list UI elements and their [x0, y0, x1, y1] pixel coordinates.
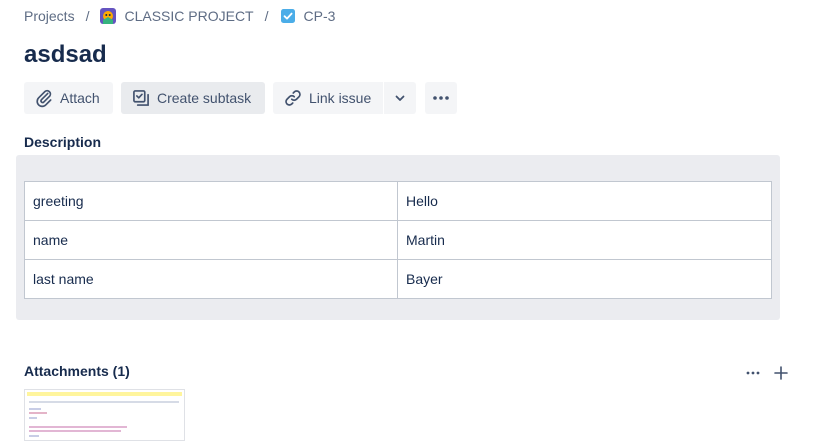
- table-cell-key: greeting: [24, 181, 398, 221]
- paperclip-icon: [36, 89, 52, 108]
- table-cell-key: last name: [24, 259, 398, 299]
- description-heading: Description: [24, 134, 102, 150]
- breadcrumb-separator: /: [85, 8, 90, 24]
- attachments-heading: Attachments (1): [24, 363, 130, 379]
- breadcrumb-separator: /: [264, 8, 269, 24]
- attachments-actions: [736, 362, 792, 384]
- subtask-icon: [133, 90, 149, 106]
- link-issue-dropdown-button[interactable]: [384, 82, 416, 114]
- description-table: greeting Hello name Martin last name Bay…: [24, 181, 772, 299]
- table-cell-value: Bayer: [397, 259, 772, 299]
- thumbnail-text-line: [29, 426, 127, 428]
- add-attachment-button[interactable]: [770, 362, 792, 384]
- breadcrumb-project-label: CLASSIC PROJECT: [124, 8, 254, 24]
- thumbnail-text-line: [29, 412, 47, 414]
- create-subtask-button[interactable]: Create subtask: [121, 82, 265, 114]
- plus-icon: [774, 366, 788, 380]
- breadcrumb-projects[interactable]: Projects: [24, 8, 75, 24]
- thumbnail-toolbar-line: [29, 401, 179, 403]
- breadcrumb-issue-key: CP-3: [303, 8, 336, 24]
- breadcrumb-project[interactable]: CLASSIC PROJECT: [100, 8, 254, 24]
- link-issue-button-label: Link issue: [309, 90, 372, 106]
- table-cell-value: Martin: [397, 220, 772, 260]
- task-checkbox-icon: [280, 8, 296, 24]
- breadcrumb: Projects / CLASSIC PROJECT / CP-3: [24, 6, 335, 26]
- breadcrumb-issue[interactable]: CP-3: [280, 8, 336, 24]
- attach-button-label: Attach: [60, 90, 100, 106]
- table-row: name Martin: [24, 220, 772, 260]
- thumbnail-text-line: [29, 408, 41, 410]
- attach-button[interactable]: Attach: [24, 82, 113, 114]
- more-horizontal-icon: [746, 371, 760, 375]
- more-actions-button[interactable]: [425, 82, 457, 114]
- thumbnail-text-line: [29, 435, 39, 437]
- attachments-more-button[interactable]: [742, 362, 764, 384]
- thumbnail-text-line: [29, 417, 37, 419]
- create-subtask-button-label: Create subtask: [157, 90, 252, 106]
- thumbnail-highlight: [27, 392, 182, 396]
- issue-toolbar: Attach Create subtask Link issue: [24, 82, 457, 114]
- chevron-down-icon: [395, 95, 405, 101]
- thumbnail-text-line: [29, 430, 121, 432]
- project-avatar-icon: [100, 8, 117, 24]
- description-field[interactable]: greeting Hello name Martin last name Bay…: [16, 155, 780, 320]
- table-row: greeting Hello: [24, 181, 772, 221]
- issue-title[interactable]: asdsad: [24, 38, 107, 72]
- table-cell-value: Hello: [397, 181, 772, 221]
- link-icon: [285, 90, 301, 106]
- table-cell-key: name: [24, 220, 398, 260]
- attachment-thumbnail[interactable]: [24, 389, 185, 441]
- more-horizontal-icon: [433, 96, 449, 100]
- link-issue-button[interactable]: Link issue: [273, 82, 383, 114]
- table-row: last name Bayer: [24, 259, 772, 299]
